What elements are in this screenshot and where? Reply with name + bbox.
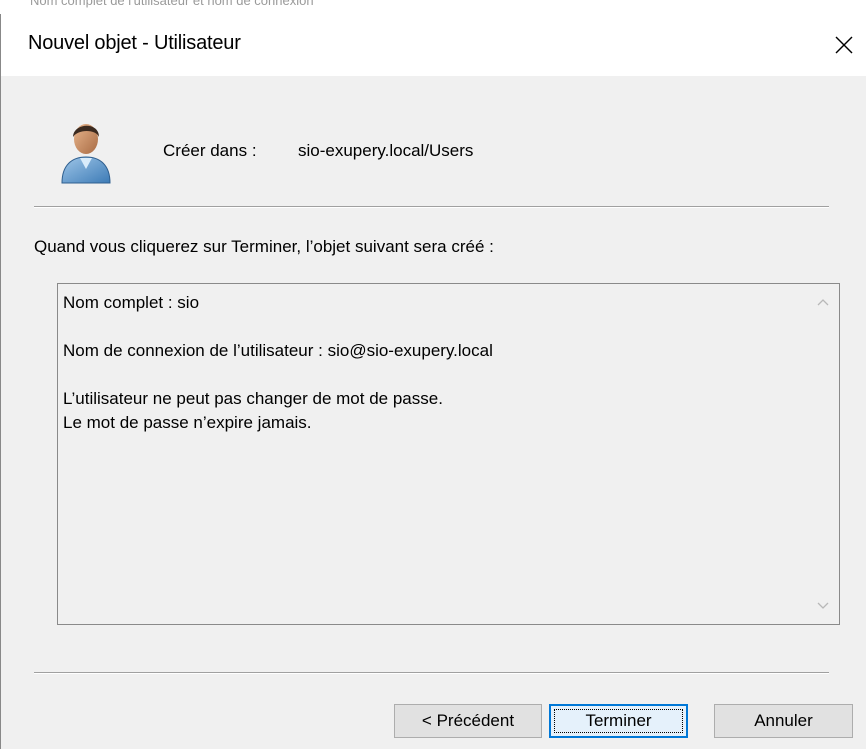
summary-line-password-expiry: Le mot de passe n’expire jamais. <box>63 413 312 432</box>
summary-line-password-change: L’utilisateur ne peut pas changer de mot… <box>63 389 443 408</box>
summary-content: Nom complet : sio Nom de connexion de l’… <box>63 291 803 435</box>
close-icon <box>835 36 852 54</box>
summary-textbox[interactable]: Nom complet : sio Nom de connexion de l’… <box>57 283 840 625</box>
background-partial-text: Nom complet de l'utilisateur et nom de c… <box>30 0 314 8</box>
user-icon <box>61 124 111 184</box>
vertical-scrollbar[interactable] <box>807 284 839 624</box>
previous-button[interactable]: < Précédent <box>394 704 542 738</box>
finish-button[interactable]: Terminer <box>549 704 688 738</box>
close-button[interactable] <box>821 14 866 76</box>
dialog-title: Nouvel objet - Utilisateur <box>28 32 241 54</box>
create-in-path: sio-exupery.local/Users <box>298 141 474 160</box>
summary-line-blank <box>63 363 803 387</box>
bottom-separator <box>34 672 829 674</box>
cancel-button[interactable]: Annuler <box>714 704 853 738</box>
focus-rectangle <box>554 709 683 733</box>
chevron-down-icon[interactable] <box>816 598 830 612</box>
summary-line-blank <box>63 315 803 339</box>
title-bar: Nouvel objet - Utilisateur <box>1 14 866 76</box>
instructions-text: Quand vous cliquerez sur Terminer, l’obj… <box>34 237 494 256</box>
chevron-up-icon[interactable] <box>816 296 830 310</box>
create-in-label: Créer dans : <box>163 141 257 160</box>
top-separator <box>34 206 829 208</box>
new-user-dialog: Nouvel objet - Utilisateur Créer dans : … <box>0 14 866 749</box>
summary-line-full-name: Nom complet : sio <box>63 293 200 312</box>
background-window: Nom complet de l'utilisateur et nom de c… <box>0 0 866 14</box>
summary-line-logon-name: Nom de connexion de l’utilisateur : sio@… <box>63 341 493 360</box>
